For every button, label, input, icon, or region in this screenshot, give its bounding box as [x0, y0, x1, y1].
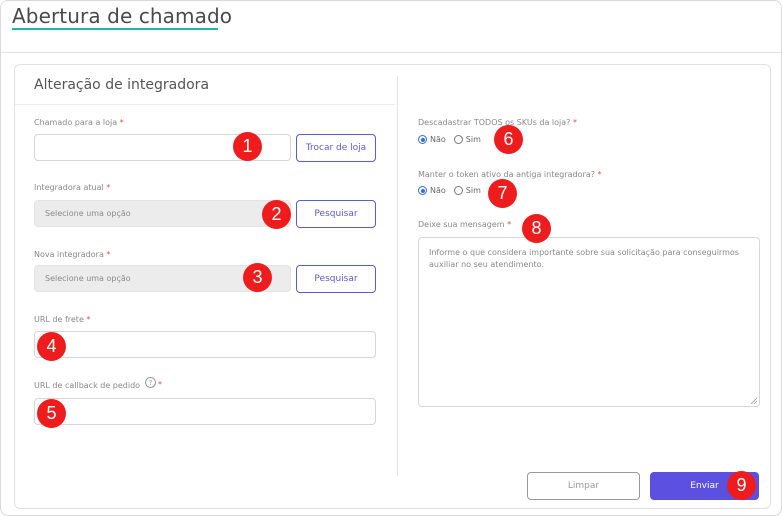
- marker-2: 2: [262, 200, 291, 229]
- callback-url-label: URL de callback de pedido: [34, 381, 141, 390]
- shipping-url-input[interactable]: [34, 331, 376, 358]
- title-underline: [12, 28, 218, 30]
- marker-9: 9: [727, 471, 756, 500]
- shipping-url-label: URL de frete *: [34, 315, 91, 324]
- radio-selected-icon[interactable]: [418, 186, 427, 195]
- page-header: Abertura de chamado: [1, 1, 781, 53]
- search-current-integrator-button[interactable]: Pesquisar: [296, 200, 376, 228]
- change-store-button[interactable]: Trocar de loja: [296, 134, 376, 162]
- keep-token-option-no[interactable]: Não: [418, 186, 446, 195]
- keep-token-option-yes[interactable]: Sim: [453, 186, 481, 195]
- message-placeholder: Informe o que considera importante sobre…: [429, 248, 739, 269]
- marker-5: 5: [37, 399, 66, 428]
- section-title: Alteração de integradora: [34, 77, 210, 93]
- help-icon[interactable]: ?: [145, 377, 156, 388]
- search-new-integrator-button[interactable]: Pesquisar: [296, 265, 376, 293]
- current-integrator-label: Integradora atual *: [34, 183, 111, 192]
- new-integrator-label: Nova integradora *: [34, 250, 111, 259]
- message-textarea[interactable]: Informe o que considera importante sobre…: [418, 237, 760, 407]
- marker-3: 3: [243, 263, 272, 292]
- section-divider: [15, 104, 395, 105]
- marker-4: 4: [37, 332, 66, 361]
- callback-url-required: *: [158, 380, 162, 389]
- unregister-skus-option-no[interactable]: Não: [418, 135, 446, 144]
- radio-unselected-icon[interactable]: [453, 135, 463, 144]
- page-title: Abertura de chamado: [12, 4, 233, 28]
- store-label: Chamado para a loja *: [34, 118, 124, 127]
- unregister-skus-option-yes[interactable]: Sim: [453, 135, 481, 144]
- radio-unselected-icon[interactable]: [453, 186, 463, 195]
- marker-8: 8: [522, 214, 551, 243]
- keep-token-label: Manter o token ativo da antiga integrado…: [418, 170, 602, 179]
- current-integrator-select: Selecione uma opção: [34, 200, 291, 227]
- column-divider: [397, 76, 398, 476]
- radio-selected-icon[interactable]: [418, 135, 427, 144]
- callback-url-input[interactable]: [34, 398, 376, 425]
- message-label: Deixe sua mensagem *: [418, 220, 512, 229]
- unregister-skus-radio-group: Não Sim: [418, 135, 489, 144]
- marker-6: 6: [494, 125, 523, 154]
- marker-1: 1: [233, 132, 262, 161]
- clear-button[interactable]: Limpar: [527, 472, 640, 500]
- ticket-page: Abertura de chamado Alteração de integra…: [0, 0, 782, 516]
- resize-handle-icon[interactable]: [750, 397, 757, 404]
- marker-7: 7: [488, 179, 517, 208]
- keep-token-radio-group: Não Sim: [418, 186, 489, 195]
- unregister-skus-label: Descadastrar TODOS os SKUs da loja? *: [418, 118, 577, 127]
